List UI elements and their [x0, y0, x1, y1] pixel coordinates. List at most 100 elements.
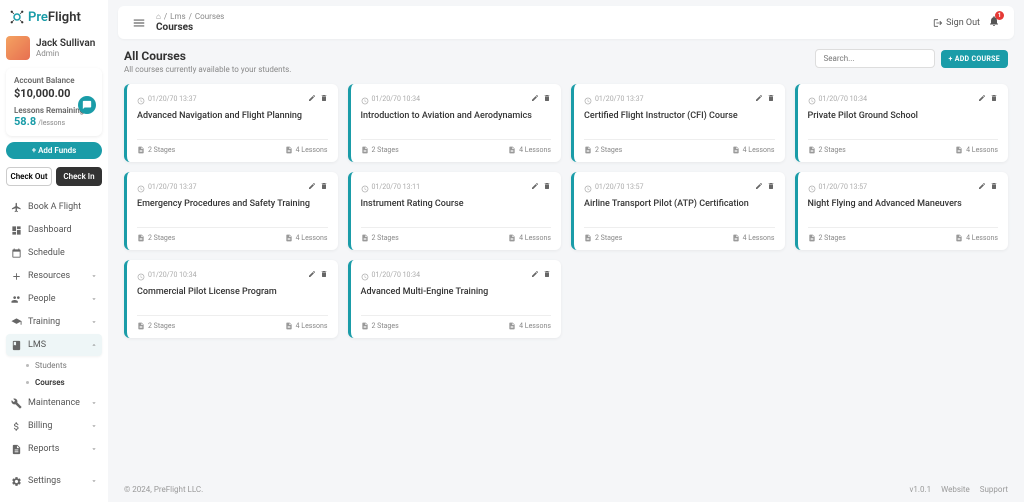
topbar: ⌂/ Lms/ Courses Courses Sign Out 1 — [118, 6, 1014, 39]
clock-icon — [361, 95, 369, 103]
nav-dashboard[interactable]: Dashboard — [6, 219, 102, 241]
edit-icon[interactable] — [531, 180, 539, 193]
course-date: 01/20/70 13:37 — [595, 95, 644, 103]
nav-settings[interactable]: Settings — [6, 470, 102, 492]
course-card[interactable]: 01/20/70 13:37Certified Flight Instructo… — [571, 84, 785, 162]
user-card: Jack Sullivan Admin — [6, 36, 102, 60]
breadcrumb-home[interactable]: ⌂ — [156, 12, 161, 21]
nav-lms[interactable]: LMS — [6, 334, 102, 356]
content: All Courses All courses currently availa… — [108, 39, 1024, 477]
edit-icon[interactable] — [308, 268, 316, 281]
check-out-button[interactable]: Check Out — [6, 167, 52, 186]
delete-icon[interactable] — [990, 92, 998, 105]
course-card[interactable]: 01/20/70 10:34 Advanced Multi-Engine Trai… — [348, 260, 562, 338]
course-card[interactable]: 01/20/70 13:37Emergency Procedures and S… — [124, 172, 338, 250]
nav-schedule-label: Schedule — [28, 248, 65, 258]
course-stages: 2 Stages — [808, 146, 846, 154]
course-lessons: 4 Lessons — [732, 234, 775, 242]
course-stages: 2 Stages — [808, 234, 846, 242]
nav-reports[interactable]: Reports — [6, 438, 102, 460]
clock-icon — [137, 183, 145, 191]
chevron-down-icon — [90, 399, 98, 407]
delete-icon[interactable] — [320, 92, 328, 105]
edit-icon[interactable] — [755, 180, 763, 193]
signout-button[interactable]: Sign Out — [933, 18, 980, 28]
brand-pre: Pre — [28, 10, 48, 25]
edit-icon[interactable] — [755, 92, 763, 105]
clock-icon — [137, 271, 145, 279]
nav-resources[interactable]: Resources — [6, 265, 102, 287]
clock-icon — [584, 183, 592, 191]
edit-icon[interactable] — [531, 268, 539, 281]
nav-book-flight[interactable]: Book A Flight — [6, 196, 102, 218]
subnav-courses[interactable]: Courses — [18, 374, 102, 391]
clock-icon — [137, 95, 145, 103]
chevron-down-icon — [90, 445, 98, 453]
logo-icon — [8, 8, 26, 26]
course-card[interactable]: 01/20/70 13:11Instrument Rating Course2 … — [348, 172, 562, 250]
course-card[interactable]: 01/20/70 10:34Private Pilot Ground Schoo… — [795, 84, 1009, 162]
edit-icon[interactable] — [308, 180, 316, 193]
course-title: Advanced Navigation and Flight Planning — [137, 111, 328, 123]
course-title: Commercial Pilot License Program — [137, 287, 328, 299]
nav-people[interactable]: People — [6, 288, 102, 310]
nav-training[interactable]: Training — [6, 311, 102, 333]
content-title: All Courses — [124, 49, 291, 63]
delete-icon[interactable] — [320, 180, 328, 193]
subnav-students[interactable]: Students — [18, 357, 102, 374]
course-card[interactable]: 01/20/70 13:37 Advanced Navigation and Fl… — [124, 84, 338, 162]
delete-icon[interactable] — [990, 180, 998, 193]
nav-resources-label: Resources — [28, 271, 70, 281]
delete-icon[interactable] — [543, 180, 551, 193]
breadcrumb-lms[interactable]: Lms — [170, 12, 185, 21]
edit-icon[interactable] — [531, 92, 539, 105]
course-card[interactable]: 01/20/70 10:34Introduction to Aviation a… — [348, 84, 562, 162]
main: ⌂/ Lms/ Courses Courses Sign Out 1 — [108, 0, 1024, 502]
hamburger-icon[interactable] — [132, 16, 146, 30]
course-date: 01/20/70 13:37 — [148, 183, 197, 191]
user-name: Jack Sullivan — [36, 38, 95, 49]
delete-icon[interactable] — [767, 180, 775, 193]
course-date: 01/20/70 10:34 — [372, 271, 421, 279]
nav-maintenance[interactable]: Maintenance — [6, 392, 102, 414]
course-card[interactable]: 01/20/70 13:57Night Flying and Advanced … — [795, 172, 1009, 250]
nav-reports-label: Reports — [28, 444, 59, 454]
course-title: Instrument Rating Course — [361, 199, 552, 211]
plane-icon — [10, 201, 22, 213]
user-role: Admin — [36, 49, 95, 58]
add-course-button[interactable]: + ADD COURSE — [941, 50, 1008, 68]
nav-billing[interactable]: Billing — [6, 415, 102, 437]
nav-training-label: Training — [28, 317, 60, 327]
add-funds-button[interactable]: + Add Funds — [6, 142, 102, 159]
course-title: Private Pilot Ground School — [808, 111, 999, 123]
page-title: Courses — [156, 22, 224, 33]
course-lessons: 4 Lessons — [285, 234, 328, 242]
notifications-button[interactable]: 1 — [988, 15, 1000, 30]
delete-icon[interactable] — [543, 92, 551, 105]
edit-icon[interactable] — [308, 92, 316, 105]
footer-website[interactable]: Website — [941, 485, 970, 494]
course-date: 01/20/70 13:11 — [372, 183, 421, 191]
clock-icon — [361, 183, 369, 191]
nav-lms-label: LMS — [28, 340, 46, 350]
chat-icon[interactable] — [78, 96, 96, 114]
copyright: © 2024, PreFlight LLC. — [124, 485, 203, 494]
course-lessons: 4 Lessons — [508, 234, 551, 242]
course-grid: 01/20/70 13:37 Advanced Navigation and Fl… — [124, 84, 1008, 338]
nav-schedule[interactable]: Schedule — [6, 242, 102, 264]
search-input[interactable] — [815, 49, 935, 68]
wrench-icon — [10, 397, 22, 409]
delete-icon[interactable] — [320, 268, 328, 281]
check-in-button[interactable]: Check In — [56, 167, 102, 186]
delete-icon[interactable] — [767, 92, 775, 105]
course-card[interactable]: 01/20/70 10:34Commercial Pilot License P… — [124, 260, 338, 338]
course-title: Advanced Multi-Engine Training — [361, 287, 552, 299]
course-lessons: 4 Lessons — [732, 146, 775, 154]
edit-icon[interactable] — [978, 92, 986, 105]
delete-icon[interactable] — [543, 268, 551, 281]
footer-support[interactable]: Support — [980, 485, 1008, 494]
course-card[interactable]: 01/20/70 13:57Airline Transport Pilot (A… — [571, 172, 785, 250]
course-lessons: 4 Lessons — [508, 322, 551, 330]
edit-icon[interactable] — [978, 180, 986, 193]
course-date: 01/20/70 13:37 — [148, 95, 197, 103]
